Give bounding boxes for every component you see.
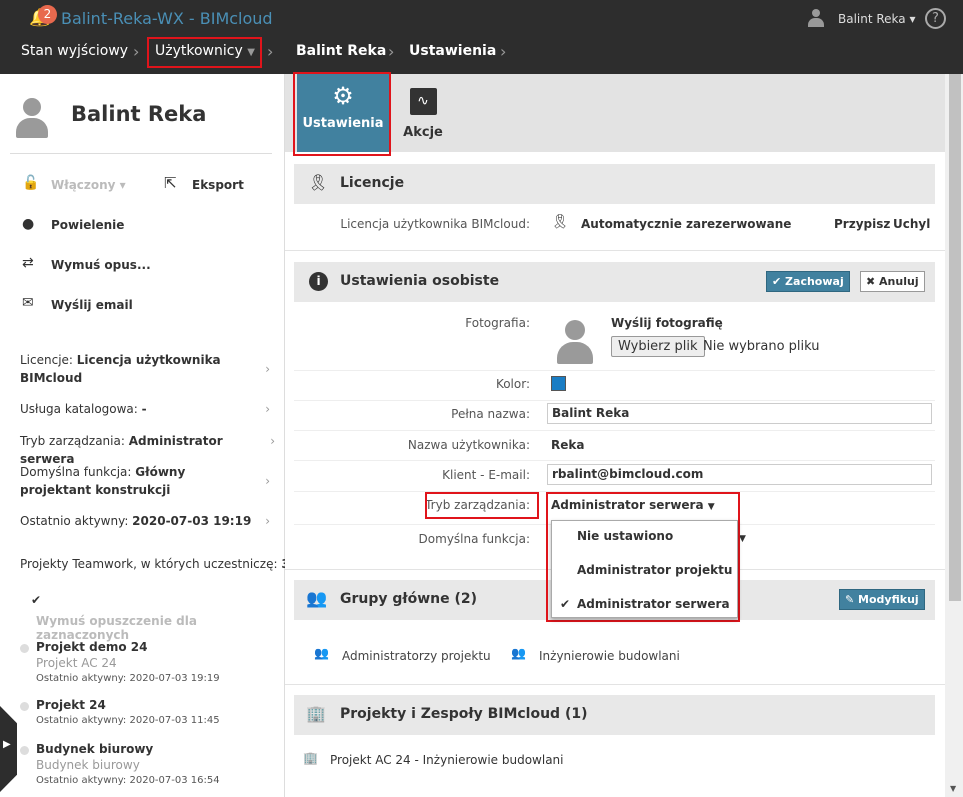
- sidebar-info-last-active[interactable]: Ostatnio aktywny: 2020-07-03 19:19 ›: [20, 512, 270, 530]
- chevron-right-icon: ›: [500, 42, 507, 61]
- project-item[interactable]: Projekt demo 24 Projekt AC 24 Ostatnio akt…: [20, 640, 220, 684]
- send-email-button[interactable]: Wyślij email: [51, 298, 133, 312]
- photo-label: Fotografia:: [465, 316, 530, 330]
- project-item[interactable]: Projekt 24 Ostatnio aktywny: 2020-07-03 1…: [20, 698, 220, 726]
- email-icon: ✉: [22, 295, 34, 311]
- help-icon[interactable]: ?: [925, 8, 946, 29]
- main-content: ⚙ Ustawienia ∿ Akcje 🎗 Licencje Licencja …: [285, 72, 945, 797]
- fullname-input[interactable]: Balint Reka: [547, 403, 932, 424]
- duplicate-icon: ●: [22, 216, 35, 232]
- award-icon: 🎗: [308, 173, 329, 192]
- teamwork-projects-count: Projekty Teamwork, w których uczestniczę…: [20, 557, 290, 571]
- role-label: Domyślna funkcja:: [418, 532, 530, 546]
- assign-button[interactable]: Przypisz: [834, 217, 890, 231]
- force-leave-icon: ⇄: [22, 255, 34, 271]
- breadcrumb-home[interactable]: Stan wyjściowy: [21, 43, 128, 59]
- tab-actions[interactable]: ∿ Akcje: [397, 74, 449, 152]
- status-dropdown[interactable]: Włączony ▾: [51, 178, 126, 192]
- fullname-label: Pełna nazwa:: [451, 407, 530, 421]
- users-icon: 👥: [314, 646, 329, 660]
- sidebar-info-role[interactable]: Domyślna funkcja: Główny projektant kons…: [20, 463, 270, 499]
- breadcrumb: Stan wyjściowy › Użytkownicy ▼ › Balint …: [0, 37, 963, 74]
- chevron-right-icon: ›: [270, 434, 275, 448]
- chevron-right-icon: ›: [265, 514, 270, 528]
- chevron-right-icon: ›: [265, 362, 270, 376]
- building-user-icon: 🏢: [303, 751, 318, 765]
- mode-option-selected[interactable]: Administrator serwera: [577, 597, 730, 611]
- project-team-item[interactable]: Projekt AC 24 - Inżynierowie budowlani: [330, 753, 564, 767]
- project-checkbox[interactable]: [20, 702, 29, 711]
- mode-option[interactable]: Nie ustawiono: [577, 529, 673, 543]
- mode-option[interactable]: Administrator projektu: [577, 563, 732, 577]
- users-icon: 👥: [306, 589, 328, 609]
- chevron-right-icon: ›: [133, 42, 140, 61]
- highlight-box: [147, 37, 262, 68]
- building-user-icon: 🏢: [306, 704, 326, 723]
- highlight-box: [425, 492, 539, 519]
- info-icon: i: [309, 272, 328, 291]
- group-item[interactable]: Inżynierowie budowlani: [539, 649, 680, 663]
- lock-icon: 🔓: [22, 175, 40, 191]
- activity-icon: ∿: [409, 88, 437, 115]
- users-icon: 👥: [511, 646, 526, 660]
- notification-badge: 2: [38, 5, 57, 24]
- email-input[interactable]: rbalint@bimcloud.com: [547, 464, 932, 485]
- duplicate-button[interactable]: Powielenie: [51, 218, 124, 232]
- user-sidebar: Balint Reka 🔓 Włączony ▾ ⇱ Eksport ● Pow…: [0, 74, 290, 797]
- cancel-button[interactable]: ✖ Anuluj: [860, 271, 925, 292]
- sidebar-info-directory[interactable]: Usługa katalogowa: - ›: [20, 400, 270, 418]
- user-avatar-icon: [808, 9, 824, 27]
- chevron-right-icon: ›: [265, 474, 270, 488]
- color-label: Kolor:: [495, 377, 530, 391]
- export-button[interactable]: Eksport: [192, 178, 244, 192]
- app-title[interactable]: Balint-Reka-WX - BIMcloud: [61, 9, 273, 28]
- sidebar-info-license[interactable]: Licencje: Licencja użytkownika BIMcloud ›: [20, 351, 270, 387]
- export-icon: ⇱: [164, 174, 177, 192]
- license-value: Automatycznie zarezerwowane: [581, 217, 792, 231]
- user-menu[interactable]: Balint Reka ▾: [838, 12, 916, 26]
- award-icon: 🎗: [551, 214, 569, 230]
- license-label: Licencja użytkownika BIMcloud:: [340, 217, 530, 231]
- mode-dropdown-menu: Nie ustawiono Administrator projektu ✔ A…: [551, 520, 738, 618]
- username-value: Reka: [551, 438, 585, 452]
- role-dropdown-caret[interactable]: ▼: [739, 534, 746, 544]
- send-photo-label: Wyślij fotografię: [611, 316, 723, 330]
- chevron-right-icon: ›: [388, 42, 395, 61]
- select-all-checkbox[interactable]: ✔: [31, 593, 41, 607]
- save-button[interactable]: ✔ Zachowaj: [766, 271, 850, 292]
- project-checkbox[interactable]: [20, 746, 29, 755]
- username-label: Nazwa użytkownika:: [407, 438, 530, 452]
- force-leave-button[interactable]: Wymuś opus...: [51, 258, 151, 272]
- no-file-text: Nie wybrano pliku: [703, 339, 820, 354]
- breadcrumb-settings[interactable]: Ustawienia: [409, 43, 496, 59]
- force-leave-selected-button[interactable]: Wymuś opuszczenie dla zaznaczonych: [36, 614, 284, 642]
- chevron-right-icon: ›: [267, 42, 274, 61]
- check-icon: ✔: [560, 597, 571, 611]
- avatar: [557, 320, 593, 364]
- revoke-button[interactable]: Uchyl: [893, 217, 930, 231]
- projects-header: 🏢 Projekty i Zespoły BIMcloud (1): [294, 695, 935, 735]
- scrollbar[interactable]: ▼: [945, 74, 963, 797]
- group-item[interactable]: Administratorzy projektu: [342, 649, 491, 663]
- choose-file-button[interactable]: Wybierz plik: [611, 336, 705, 357]
- scrollbar-thumb[interactable]: [949, 74, 961, 601]
- expand-panel-handle[interactable]: ▶: [0, 706, 17, 792]
- breadcrumb-user[interactable]: Balint Reka: [296, 43, 386, 59]
- project-item[interactable]: Budynek biurowy Budynek biurowy Ostatnio a…: [20, 742, 220, 786]
- project-checkbox[interactable]: [20, 644, 29, 653]
- user-name: Balint Reka: [838, 12, 906, 26]
- sidebar-user-name: Balint Reka: [71, 102, 207, 126]
- modify-button[interactable]: ✎ Modyfikuj: [839, 589, 925, 610]
- avatar: [16, 98, 48, 138]
- licenses-header: 🎗 Licencje: [294, 164, 935, 204]
- chevron-right-icon: ›: [265, 402, 270, 416]
- highlight-box: [293, 72, 391, 156]
- scroll-down-arrow[interactable]: ▼: [950, 784, 956, 793]
- email-label: Klient - E-mail:: [442, 468, 530, 482]
- color-swatch[interactable]: [551, 376, 566, 391]
- top-bar: 🔔 2 Balint-Reka-WX - BIMcloud Balint Rek…: [0, 0, 963, 74]
